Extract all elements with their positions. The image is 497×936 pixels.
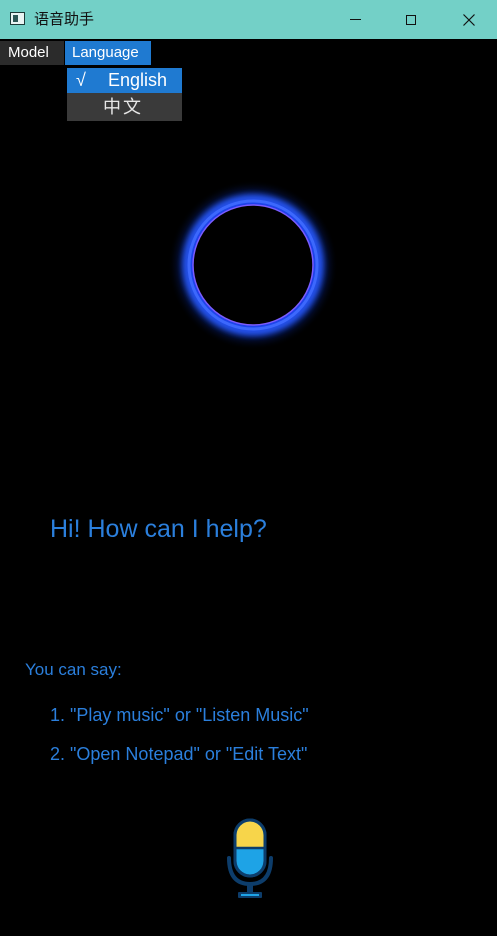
checkmark-icon: √ <box>76 70 86 90</box>
close-button[interactable] <box>439 0 497 39</box>
language-option-label: English <box>108 70 168 90</box>
language-option-english[interactable]: √ English <box>67 68 182 93</box>
minimize-icon <box>349 19 361 20</box>
hint-heading: You can say: <box>25 660 122 679</box>
hint-item: 1. "Play music" or "Listen Music" <box>50 705 309 725</box>
greeting-text: Hi! How can I help? <box>50 515 267 543</box>
maximize-button[interactable] <box>381 0 441 39</box>
menu-model[interactable]: Model <box>0 41 64 65</box>
minimize-button[interactable] <box>325 0 385 39</box>
language-option-chinese[interactable]: 中文 <box>67 95 182 120</box>
menu-language[interactable]: Language <box>65 41 151 65</box>
microphone-button[interactable] <box>225 818 275 900</box>
title-bar: 语音助手 <box>0 0 497 39</box>
window-title: 语音助手 <box>34 10 95 28</box>
maximize-icon <box>406 14 416 25</box>
app-window-icon <box>10 12 25 25</box>
microphone-icon <box>227 818 273 898</box>
language-dropdown: √ English 中文 <box>67 68 182 121</box>
language-option-label: 中文 <box>103 97 143 118</box>
menu-bar: Model Language <box>0 39 497 65</box>
glowing-ring-icon <box>168 180 338 350</box>
close-icon <box>463 13 475 26</box>
hint-item: 2. "Open Notepad" or "Edit Text" <box>50 744 308 764</box>
